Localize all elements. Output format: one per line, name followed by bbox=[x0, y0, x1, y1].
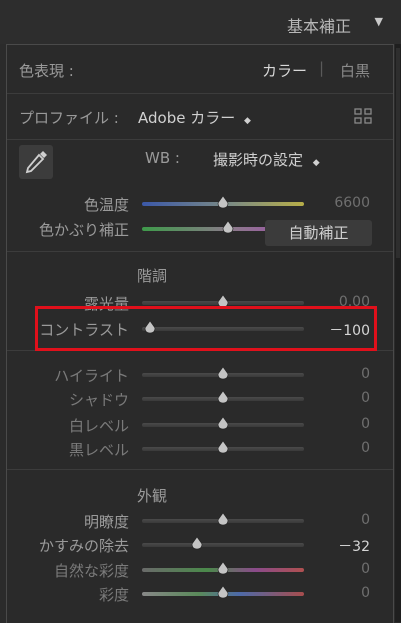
slider-label: 黒レベル bbox=[68, 441, 129, 459]
slider-value[interactable]: 0 bbox=[310, 512, 370, 528]
profile-browser-grid-icon[interactable] bbox=[354, 108, 372, 128]
slider-label: ハイライト bbox=[54, 367, 129, 385]
treatment-label: 色表現 : bbox=[19, 62, 74, 80]
slider-thumb-icon[interactable] bbox=[221, 220, 235, 234]
slider-value[interactable]: 0 bbox=[310, 366, 370, 382]
slider-label: 自然な彩度 bbox=[53, 562, 129, 580]
slider-value[interactable]: 0 bbox=[310, 585, 370, 601]
slider-label: かすみの除去 bbox=[38, 537, 129, 555]
collapse-triangle-icon[interactable]: ▼ bbox=[375, 15, 383, 28]
treatment-color-button[interactable]: カラー bbox=[262, 60, 307, 81]
dropdown-arrows-icon: ◆ bbox=[312, 158, 320, 168]
contrast-highlight-box bbox=[35, 306, 377, 351]
treatment-separator: | bbox=[319, 59, 325, 77]
slider-thumb-icon[interactable] bbox=[216, 195, 230, 209]
slider-label: 明瞭度 bbox=[83, 513, 129, 531]
divider bbox=[7, 139, 393, 140]
profile-dropdown[interactable]: Adobe カラー ◆ bbox=[138, 107, 251, 128]
slider-thumb-icon[interactable] bbox=[216, 366, 230, 380]
slider-value[interactable]: －32 bbox=[310, 536, 370, 556]
slider-value[interactable]: 0 bbox=[310, 390, 370, 406]
divider bbox=[7, 251, 393, 252]
slider-thumb-icon[interactable] bbox=[216, 512, 230, 526]
slider-label: 色温度 bbox=[83, 196, 129, 214]
slider-label: 白レベル bbox=[68, 417, 129, 435]
divider bbox=[7, 469, 393, 470]
wb-value: 撮影時の設定 bbox=[213, 151, 304, 169]
profile-value: Adobe カラー bbox=[138, 109, 236, 127]
wb-dropdown[interactable]: 撮影時の設定 ◆ bbox=[213, 149, 320, 170]
dropdown-arrows-icon: ◆ bbox=[244, 116, 251, 126]
slider-thumb-icon[interactable] bbox=[216, 416, 230, 430]
panel-header[interactable]: 基本補正 ▼ bbox=[0, 0, 401, 44]
slider-label: シャドウ bbox=[68, 391, 129, 409]
presence-section-title: 外観 bbox=[137, 487, 168, 505]
scrollbar-thumb[interactable] bbox=[396, 48, 400, 258]
slider-track[interactable] bbox=[142, 543, 304, 547]
divider bbox=[7, 93, 393, 94]
slider-thumb-icon[interactable] bbox=[190, 536, 204, 550]
slider-value[interactable]: 0 bbox=[310, 561, 370, 577]
slider-value[interactable]: 6600 bbox=[310, 195, 370, 211]
auto-tone-button[interactable]: 自動補正 bbox=[265, 220, 372, 246]
panel-title: 基本補正 bbox=[286, 17, 351, 36]
slider-label: 彩度 bbox=[98, 586, 129, 604]
slider-thumb-icon[interactable] bbox=[216, 585, 230, 599]
slider-thumb-icon[interactable] bbox=[216, 390, 230, 404]
profile-label: プロファイル : bbox=[19, 109, 119, 127]
tone-section-title: 階調 bbox=[137, 267, 168, 285]
wb-label: WB : bbox=[145, 149, 180, 167]
slider-label: 色かぶり補正 bbox=[38, 221, 129, 239]
treatment-bw-button[interactable]: 白黒 bbox=[340, 60, 370, 81]
slider-thumb-icon[interactable] bbox=[216, 440, 230, 454]
eyedropper-icon[interactable] bbox=[19, 145, 53, 179]
slider-value[interactable]: 0 bbox=[310, 416, 370, 432]
slider-value[interactable]: 0 bbox=[310, 440, 370, 456]
slider-thumb-icon[interactable] bbox=[216, 561, 230, 575]
